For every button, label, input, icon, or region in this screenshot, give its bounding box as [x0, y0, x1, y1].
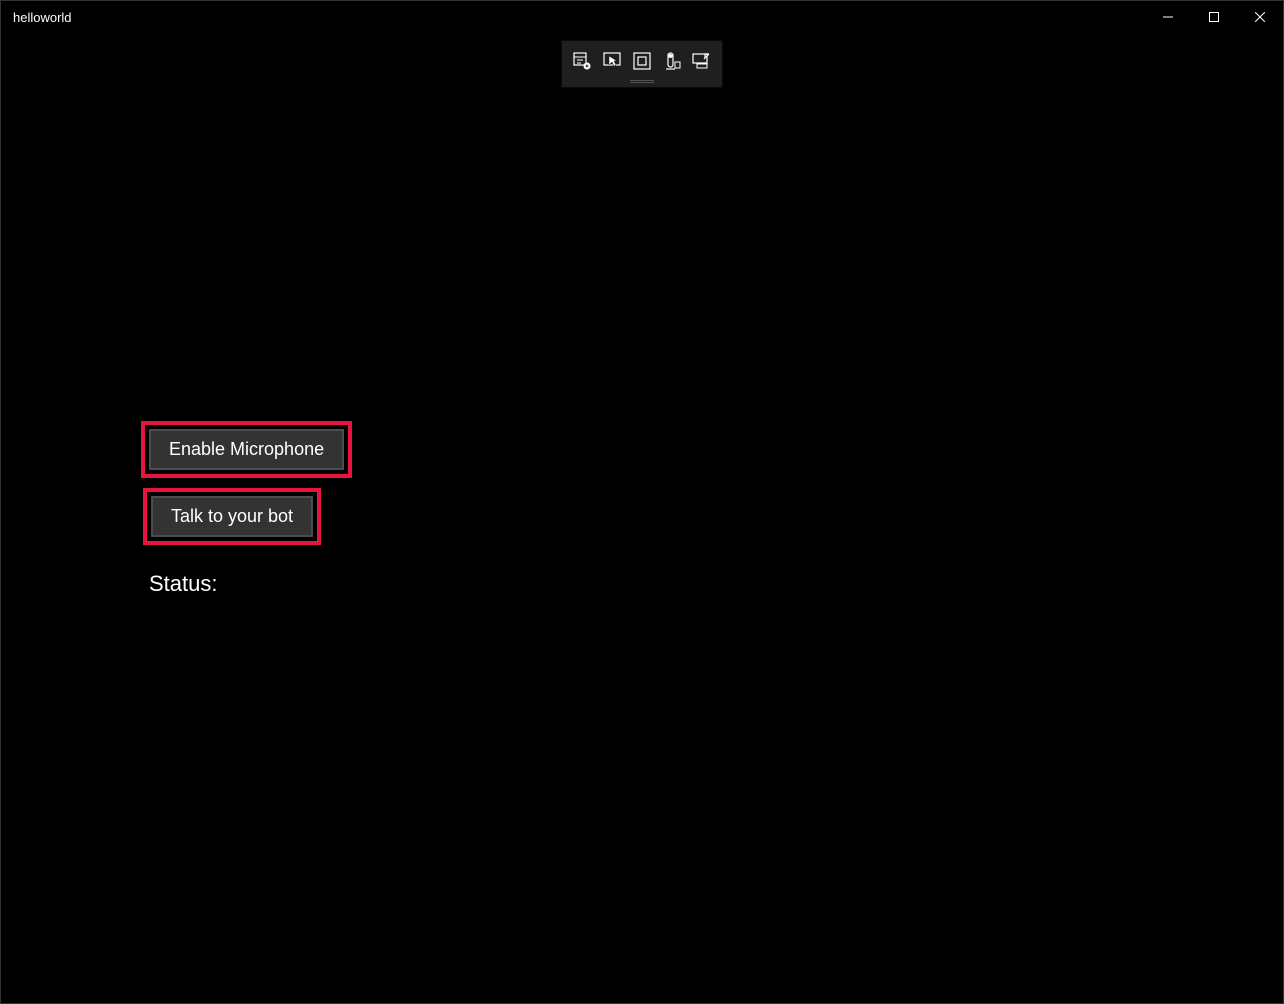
enable-microphone-button[interactable]: Enable Microphone [149, 429, 344, 470]
status-label: Status: [149, 571, 352, 597]
window-controls [1145, 1, 1283, 33]
close-icon [1255, 12, 1265, 22]
enable-selection-button[interactable] [598, 49, 626, 73]
minimize-button[interactable] [1145, 1, 1191, 33]
display-layout-adorners-button[interactable] [628, 49, 656, 73]
xaml-debug-toolbar[interactable] [561, 40, 723, 88]
highlight-talk-to-bot: Talk to your bot [143, 488, 321, 545]
maximize-icon [1209, 12, 1219, 22]
window-titlebar: helloworld [1, 1, 1283, 33]
display-layout-adorners-icon [633, 52, 651, 70]
toolbar-drag-handle[interactable] [630, 80, 654, 83]
window-title: helloworld [13, 10, 72, 25]
enable-selection-icon [603, 52, 621, 70]
go-to-live-visual-tree-button[interactable] [568, 49, 596, 73]
highlight-enable-microphone: Enable Microphone [141, 421, 352, 478]
track-focused-element-button[interactable] [658, 49, 686, 73]
hot-reload-icon [692, 52, 712, 70]
maximize-button[interactable] [1191, 1, 1237, 33]
close-button[interactable] [1237, 1, 1283, 33]
go-to-live-visual-tree-icon [573, 52, 591, 70]
hot-reload-button[interactable] [688, 49, 716, 73]
track-focused-element-icon [663, 52, 681, 70]
minimize-icon [1163, 12, 1173, 22]
main-content: Enable Microphone Talk to your bot Statu… [141, 421, 352, 597]
talk-to-bot-button[interactable]: Talk to your bot [151, 496, 313, 537]
